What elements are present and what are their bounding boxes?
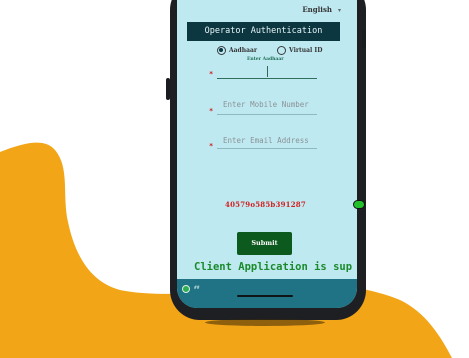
footer-bar: ## (177, 279, 357, 308)
chevron-down-icon: ▾ (337, 7, 341, 14)
status-indicator-dot (353, 200, 365, 209)
email-input-underline (217, 148, 317, 149)
required-mark: * (209, 142, 214, 150)
radio-virtual-id-label[interactable]: Virtual ID (289, 47, 322, 54)
submit-button[interactable]: Submit (237, 232, 292, 255)
footer-version: ## (194, 286, 200, 291)
radio-virtual-id[interactable] (277, 46, 287, 55)
mobile-input[interactable]: Enter Mobile Number (223, 100, 309, 109)
phone-side-button (166, 78, 170, 100)
page-title: Operator Authentication (187, 22, 340, 41)
text-cursor (267, 66, 268, 77)
required-mark: * (209, 70, 214, 78)
phone-side-button (362, 30, 366, 48)
phone-shadow (205, 319, 325, 326)
phone-screen: English ▾ Operator Authentication Aadhaar… (177, 0, 357, 308)
required-mark: * (209, 107, 214, 115)
device-code: 40579o585b391287 (225, 200, 306, 209)
radio-aadhaar-label[interactable]: Aadhaar (229, 47, 257, 54)
radio-aadhaar[interactable] (217, 46, 226, 55)
marquee-text: Client Application is sup (194, 261, 353, 273)
aadhaar-input[interactable] (217, 78, 317, 80)
language-label: English (302, 5, 332, 14)
aadhaar-field-label: Enter Aadhaar (247, 57, 284, 62)
app-logo-icon (182, 285, 190, 293)
language-selector[interactable]: English ▾ (302, 5, 341, 14)
email-input[interactable]: Enter Email Address (223, 136, 309, 145)
home-indicator[interactable] (237, 295, 293, 297)
auth-type-selector: Aadhaar Virtual ID (217, 46, 322, 55)
mobile-input-underline (217, 114, 317, 115)
